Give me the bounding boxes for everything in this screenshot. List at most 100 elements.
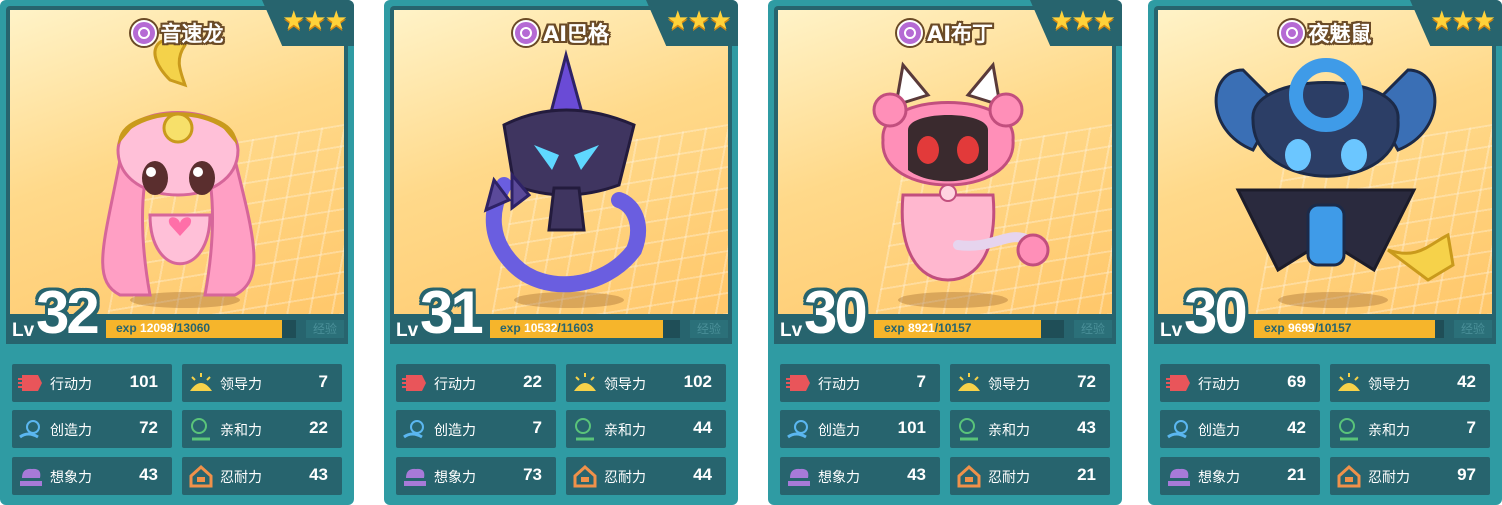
stat-affinity: 亲和力 43 (950, 410, 1110, 448)
stat-value: 22 (309, 418, 328, 437)
pet-portrait (10, 10, 344, 316)
stat-value: 97 (1457, 465, 1476, 484)
stat-label: 行动力 (50, 377, 92, 393)
exp-current: 9699 (1288, 321, 1315, 335)
exp-progress-bar: exp 8921/10157 (874, 320, 1064, 338)
stat-value: 7 (318, 372, 328, 391)
psychic-type-icon (130, 20, 157, 46)
pet-name-text: 夜魅鼠 (1308, 22, 1372, 46)
leadership-icon (1338, 373, 1360, 391)
exp-current: 10532 (524, 321, 558, 335)
affinity-icon (1339, 418, 1358, 441)
stat-label: 忍耐力 (1368, 470, 1410, 486)
ai-bag-creature-image (483, 49, 646, 293)
stat-imagination: 想象力 73 (396, 457, 556, 495)
stat-label: 想象力 (818, 470, 860, 486)
stat-label: 领导力 (220, 377, 262, 393)
pet-name-text: AI巴格 (542, 22, 610, 46)
stat-leadership: 领导力 42 (1330, 364, 1490, 402)
imagination-icon (404, 468, 426, 486)
exp-progress-bar: exp 9699/10157 (1254, 320, 1444, 338)
stat-creativity: 创造力 101 (780, 410, 940, 448)
pet-name: 音速龙 (130, 18, 224, 48)
stat-value: 7 (1466, 418, 1476, 437)
stat-label: 忍耐力 (604, 470, 646, 486)
action-icon (786, 375, 810, 391)
stat-creativity: 创造力 42 (1160, 410, 1320, 448)
ai-pudding-creature-image (872, 61, 1050, 282)
stat-affinity: 亲和力 7 (1330, 410, 1490, 448)
stat-label: 领导力 (604, 377, 646, 393)
endurance-icon (1337, 464, 1361, 488)
creativity-icon (403, 420, 424, 439)
stat-label: 创造力 (1198, 423, 1240, 439)
stat-value: 43 (907, 465, 926, 484)
stat-value: 44 (693, 465, 712, 484)
stat-label: 领导力 (1368, 377, 1410, 393)
action-icon (402, 375, 426, 391)
exp-button[interactable]: 经验 (1454, 320, 1492, 338)
affinity-icon (959, 418, 978, 441)
stat-endurance: 忍耐力 43 (182, 457, 342, 495)
leadership-icon (190, 373, 212, 391)
exp-total: /10157 (1314, 321, 1352, 335)
exp-current: 12098 (140, 321, 174, 335)
stat-label: 亲和力 (604, 423, 646, 439)
exp-label: exp (116, 321, 137, 335)
stat-value: 44 (693, 418, 712, 437)
level-bar: Lv 30 exp 9699/10157 经验 (1154, 279, 1496, 346)
exp-label: exp (1264, 321, 1285, 335)
stat-value: 43 (309, 465, 328, 484)
stat-value: 73 (523, 465, 542, 484)
stat-label: 忍耐力 (988, 470, 1030, 486)
level-label: Lv (396, 320, 419, 341)
stat-label: 想象力 (434, 470, 476, 486)
stat-endurance: 忍耐力 97 (1330, 457, 1490, 495)
exp-button[interactable]: 经验 (1074, 320, 1112, 338)
stat-action: 行动力 22 (396, 364, 556, 402)
imagination-icon (20, 468, 42, 486)
action-icon (1166, 375, 1190, 391)
stat-value: 101 (129, 372, 158, 391)
psychic-type-icon (1278, 20, 1305, 46)
stat-value: 7 (916, 372, 926, 391)
stat-label: 领导力 (988, 377, 1030, 393)
pet-card-ai-bag[interactable]: ★★★ AI巴格 Lv 31 exp 10532/11603 经验 行动力 22… (384, 0, 738, 505)
stat-label: 亲和力 (988, 423, 1030, 439)
stat-value: 42 (1457, 372, 1476, 391)
level-label: Lv (780, 320, 803, 341)
stat-value: 21 (1077, 465, 1096, 484)
leadership-icon (574, 373, 596, 391)
stat-label: 行动力 (818, 377, 860, 393)
stat-value: 101 (897, 418, 926, 437)
stat-label: 亲和力 (1368, 423, 1410, 439)
stat-imagination: 想象力 43 (780, 457, 940, 495)
stat-leadership: 领导力 72 (950, 364, 1110, 402)
pet-name-text: AI布丁 (926, 22, 994, 46)
exp-label: exp (884, 321, 905, 335)
exp-button[interactable]: 经验 (306, 320, 344, 338)
exp-progress-bar: exp 10532/11603 (490, 320, 680, 338)
affinity-icon (575, 418, 594, 441)
stat-label: 创造力 (50, 423, 92, 439)
level-bar: Lv 30 exp 8921/10157 经验 (774, 279, 1116, 346)
imagination-icon (788, 468, 810, 486)
pet-card-night-mouse[interactable]: ★★★ 夜魅鼠 Lv 30 exp 9699/10157 经验 行动力 69 领… (1148, 0, 1502, 505)
exp-button[interactable]: 经验 (690, 320, 728, 338)
stat-label: 行动力 (1198, 377, 1240, 393)
pet-portrait (394, 10, 728, 316)
leadership-icon (958, 373, 980, 391)
stat-action: 行动力 101 (12, 364, 172, 402)
pet-name: AI布丁 (896, 18, 994, 48)
imagination-icon (1168, 468, 1190, 486)
exp-progress-bar: exp 12098/13060 (106, 320, 296, 338)
level-number: 32 (36, 279, 100, 346)
stat-value: 42 (1287, 418, 1306, 437)
pet-card-sonic-dragon[interactable]: ★★★ 音速龙 Lv 32 exp 12098/13060 经验 行动力 101… (0, 0, 354, 505)
stat-action: 行动力 7 (780, 364, 940, 402)
stat-value: 43 (1077, 418, 1096, 437)
affinity-icon (191, 418, 210, 441)
stat-value: 102 (683, 372, 712, 391)
pet-card-ai-pudding[interactable]: ★★★ AI布丁 Lv 30 exp 8921/10157 经验 行动力 7 领… (768, 0, 1122, 505)
stat-imagination: 想象力 21 (1160, 457, 1320, 495)
